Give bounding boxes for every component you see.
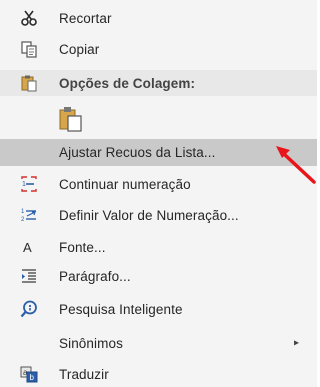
scissors-icon xyxy=(18,7,40,29)
menu-item-set-numbering-value[interactable]: 1 2 Definir Valor de Numeração... xyxy=(0,203,317,227)
menu-item-font[interactable]: A Fonte... xyxy=(0,235,317,259)
menu-item-label: Copiar xyxy=(59,41,100,57)
menu-item-label: Ajustar Recuos da Lista... xyxy=(59,145,216,160)
translate-icon: a b xyxy=(18,363,40,385)
menu-item-copy[interactable]: Copiar xyxy=(0,37,317,61)
context-menu: Recortar Copiar Opções de Colagem: Ajust… xyxy=(0,0,317,387)
menu-item-label: Sinônimos xyxy=(59,335,123,351)
continue-numbering-icon: 1 xyxy=(18,173,40,195)
menu-item-cut[interactable]: Recortar xyxy=(0,6,317,30)
menu-item-label: Traduzir xyxy=(59,366,109,382)
menu-item-label: Pesquisa Inteligente xyxy=(59,301,183,317)
svg-text:1: 1 xyxy=(21,209,25,215)
paragraph-icon xyxy=(18,265,40,287)
annotation-arrow-icon xyxy=(276,146,316,184)
svg-text:A: A xyxy=(23,240,32,255)
menu-item-label: Fonte... xyxy=(59,239,106,255)
set-numbering-value-icon: 1 2 xyxy=(18,204,40,226)
copy-icon xyxy=(18,38,40,60)
menu-item-paragraph[interactable]: Parágrafo... xyxy=(0,264,317,288)
menu-item-label: Parágrafo... xyxy=(59,268,131,284)
paste-options-header: Opções de Colagem: xyxy=(0,70,317,96)
menu-item-translate[interactable]: a b Traduzir xyxy=(0,362,317,386)
menu-item-label: Opções de Colagem: xyxy=(59,75,196,91)
svg-text:1: 1 xyxy=(22,181,26,188)
smart-lookup-icon xyxy=(18,298,40,320)
submenu-arrow-icon: ▸ xyxy=(293,337,299,349)
menu-item-synonyms[interactable]: Sinônimos ▸ xyxy=(0,331,317,355)
svg-text:2: 2 xyxy=(21,217,25,223)
clipboard-icon xyxy=(18,72,40,94)
menu-item-label: Definir Valor de Numeração... xyxy=(59,207,239,223)
menu-item-smart-lookup[interactable]: Pesquisa Inteligente xyxy=(0,297,317,321)
menu-item-label: Recortar xyxy=(59,10,112,26)
font-icon: A xyxy=(18,236,40,258)
svg-text:b: b xyxy=(30,373,35,382)
keep-text-only-paste-icon[interactable] xyxy=(56,104,86,134)
menu-item-label: Continuar numeração xyxy=(59,176,191,192)
